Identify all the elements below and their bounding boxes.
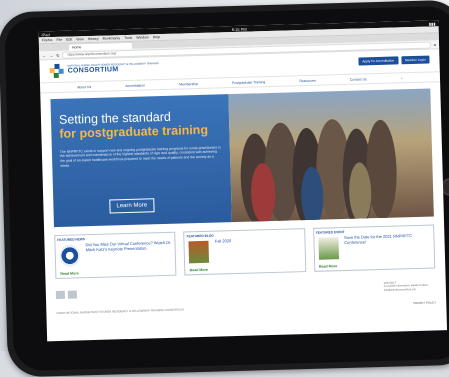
menu-window[interactable]: Window xyxy=(136,35,149,39)
apply-accreditation-button[interactable]: Apply for Accreditation xyxy=(358,56,399,66)
flickr-icon[interactable] xyxy=(67,290,78,299)
hero-banner: Setting the standard for postgraduate tr… xyxy=(50,88,434,228)
nav-postgraduate-training[interactable]: Postgraduate Training xyxy=(232,80,265,85)
copyright-text: ©2020 NATIONAL NURSE PRACTITIONER RESIDE… xyxy=(56,307,184,316)
group-photo xyxy=(228,88,434,223)
site-footer: CONTACT For further information, please … xyxy=(55,280,437,321)
ipad-device: iPad 6:15 PM ▮▮▮ Firefox File Edit View … xyxy=(0,0,449,377)
tab-title: Home xyxy=(71,45,82,50)
featured-blog-card[interactable]: FEATURED BLOG Fall 2020 Read More xyxy=(183,228,307,276)
menu-bookmarks[interactable]: Bookmarks xyxy=(103,36,121,40)
menu-icon[interactable]: ≡ xyxy=(434,42,436,47)
learn-more-button[interactable]: Learn More xyxy=(109,198,155,214)
nav-contact[interactable]: Contact Us xyxy=(350,77,367,81)
hero-text-panel: Setting the standard for postgraduate tr… xyxy=(50,94,232,228)
news-seal-icon xyxy=(59,244,81,267)
menu-file[interactable]: File xyxy=(56,38,62,42)
menu-help[interactable]: Help xyxy=(153,35,160,39)
back-icon[interactable]: ← xyxy=(42,53,46,58)
header-actions: Apply for Accreditation Member Login xyxy=(358,55,430,66)
forward-icon[interactable]: → xyxy=(49,53,53,58)
footer-contact: CONTACT For further information, please … xyxy=(384,280,436,292)
nav-resources[interactable]: Resources xyxy=(299,78,315,82)
card-text[interactable]: Save the Date for the 2021 NNPRFTC Confe… xyxy=(344,233,431,245)
battery-icon: ▮▮▮ xyxy=(428,20,436,27)
member-login-button[interactable]: Member Login xyxy=(400,55,430,65)
read-more-link[interactable]: Read More xyxy=(190,268,208,273)
card-text[interactable]: Fall 2020 xyxy=(215,236,301,243)
privacy-policy-link[interactable]: PRIVACY POLICY xyxy=(413,300,436,305)
hero-body: The NNPRFTC exists to support new and on… xyxy=(59,145,221,168)
social-links xyxy=(55,280,436,300)
menu-tools[interactable]: Tools xyxy=(124,36,132,40)
nav-accreditation[interactable]: Accreditation xyxy=(125,83,145,88)
event-thumbnail xyxy=(318,237,339,260)
hero-title: Setting the standard for postgraduate tr… xyxy=(59,108,222,141)
featured-cards: FEATURED NEWS Did You Miss Our Virtual C… xyxy=(54,224,436,280)
blog-thumbnail xyxy=(188,240,210,264)
featured-news-card[interactable]: FEATURED NEWS Did You Miss Our Virtual C… xyxy=(54,231,177,280)
menu-history[interactable]: History xyxy=(88,37,99,41)
consortium-logo-icon[interactable] xyxy=(49,63,64,79)
card-text[interactable]: Did You Miss Our Virtual Conference? Wat… xyxy=(85,240,172,252)
menu-edit[interactable]: Edit xyxy=(66,38,72,42)
menu-firefox[interactable]: Firefox xyxy=(42,38,53,42)
logo-title: CONSORTIUM xyxy=(67,66,119,75)
menu-view[interactable]: View xyxy=(76,37,84,41)
search-icon[interactable]: ⌕ xyxy=(401,76,403,80)
hero-title-line2: for postgraduate training xyxy=(59,123,209,142)
nav-membership[interactable]: Membership xyxy=(179,82,198,87)
site-logo[interactable]: NATIONAL NURSE PRACTITIONER RESIDENCY & … xyxy=(67,62,159,76)
read-more-link[interactable]: Read More xyxy=(60,271,78,276)
read-more-link[interactable]: Read More xyxy=(319,264,337,269)
ipad-screen: iPad 6:15 PM ▮▮▮ Firefox File Edit View … xyxy=(38,20,448,342)
device-label: iPad xyxy=(41,31,50,37)
twitter-icon[interactable] xyxy=(55,290,66,300)
featured-event-card[interactable]: FEATURED EVENT Save the Date for the 202… xyxy=(312,224,436,272)
clock: 6:15 PM xyxy=(231,26,247,32)
nav-about[interactable]: About Us xyxy=(77,84,91,88)
contact-email[interactable]: info@nnpritcconsortium.org xyxy=(384,287,436,292)
reload-icon[interactable]: ↻ xyxy=(56,52,59,57)
